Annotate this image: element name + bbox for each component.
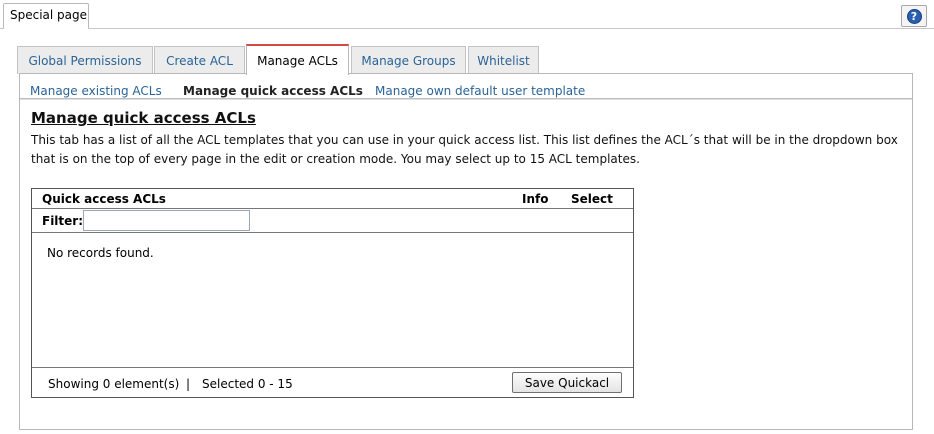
quick-access-table: Quick access ACLs Info Select Filter: No… (31, 188, 634, 398)
empty-message: No records found. (47, 246, 154, 260)
subnav-divider (20, 98, 912, 100)
help-icon: ? (906, 8, 922, 24)
column-info: Info (522, 192, 549, 206)
top-divider (0, 28, 934, 29)
column-select: Select (571, 192, 613, 206)
tab-create-acl[interactable]: Create ACL (154, 46, 245, 74)
tab-manage-groups[interactable]: Manage Groups (351, 46, 466, 74)
tab-manage-acls[interactable]: Manage ACLs (246, 44, 349, 75)
selected-range: Selected 0 - 15 (202, 377, 293, 391)
help-button[interactable]: ? (901, 5, 927, 27)
footer-separator: | (186, 377, 191, 391)
special-page-tab: Special page (3, 3, 89, 29)
tab-global-permissions[interactable]: Global Permissions (17, 46, 153, 74)
table-header: Quick access ACLs Info Select (32, 189, 633, 209)
table-footer: Showing 0 element(s) | Selected 0 - 15 S… (32, 367, 633, 397)
filter-input[interactable] (83, 210, 250, 231)
special-page-label: Special page (10, 8, 88, 22)
tab-whitelist[interactable]: Whitelist (468, 46, 539, 74)
column-quick-access-acls: Quick access ACLs (42, 192, 166, 206)
filter-row: Filter: (32, 209, 633, 233)
subnav-manage-own-default-template[interactable]: Manage own default user template (375, 84, 585, 98)
subnav-manage-existing-acls[interactable]: Manage existing ACLs (30, 84, 162, 98)
sub-navigation: Manage existing ACLs Manage quick access… (21, 82, 913, 99)
section-title: Manage quick access ACLs (31, 109, 256, 127)
main-panel: Manage existing ACLs Manage quick access… (19, 73, 913, 430)
showing-count: Showing 0 element(s) (48, 377, 180, 391)
subnav-manage-quick-access-acls[interactable]: Manage quick access ACLs (183, 84, 363, 98)
section-description: This tab has a list of all the ACL templ… (31, 133, 898, 166)
save-quickacl-button[interactable]: Save Quickacl (512, 372, 622, 393)
filter-label: Filter: (42, 214, 84, 228)
